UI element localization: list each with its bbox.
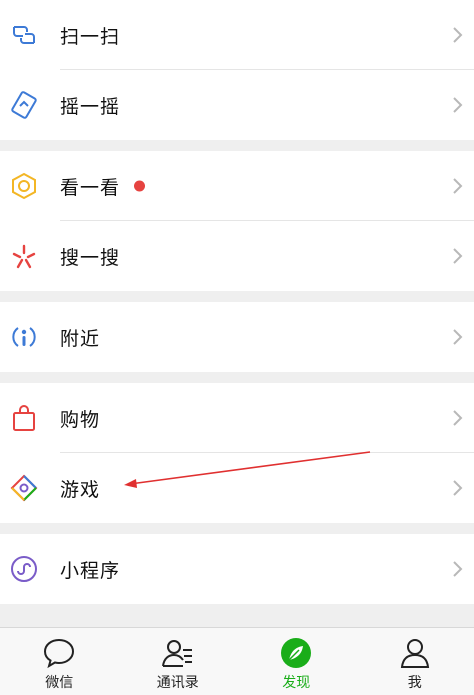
- section-gap: [0, 523, 474, 534]
- section-gap: [0, 291, 474, 302]
- menu-item-label: 附近: [60, 327, 101, 350]
- games-icon: [10, 474, 38, 502]
- nearby-icon: [10, 323, 38, 351]
- menu-item-label: 小程序: [60, 559, 121, 582]
- mini-programs-icon: [10, 555, 38, 583]
- tab-label: 通讯录: [156, 675, 199, 691]
- menu-item-games[interactable]: 游戏: [0, 453, 474, 523]
- group-mini-programs: 小程序: [0, 534, 474, 604]
- section-gap: [0, 372, 474, 383]
- profile-icon: [398, 636, 432, 670]
- chevron-right-icon: [452, 328, 464, 346]
- tab-label: 发现: [282, 675, 311, 691]
- contacts-icon: [161, 636, 195, 670]
- group-scan-shake: 扫一扫 摇一摇: [0, 0, 474, 140]
- group-look-search: 看一看 搜一搜: [0, 151, 474, 291]
- menu-item-top-stories[interactable]: 看一看: [0, 151, 474, 221]
- chevron-right-icon: [452, 177, 464, 195]
- menu-item-label: 看一看: [60, 176, 121, 199]
- bottom-tab-bar: 微信 通讯录 发现 我: [0, 627, 474, 695]
- tab-me[interactable]: 我: [356, 628, 474, 695]
- menu-item-label: 购物: [60, 408, 101, 431]
- menu-item-nearby[interactable]: 附近: [0, 302, 474, 372]
- menu-item-mini-programs[interactable]: 小程序: [0, 534, 474, 604]
- group-nearby: 附近: [0, 302, 474, 372]
- discover-compass-icon: [279, 636, 313, 670]
- section-gap: [0, 140, 474, 151]
- tab-label: 我: [407, 675, 422, 691]
- chevron-right-icon: [452, 96, 464, 114]
- scan-icon: [10, 21, 38, 49]
- chevron-right-icon: [452, 409, 464, 427]
- menu-item-shopping[interactable]: 购物: [0, 383, 474, 453]
- chevron-right-icon: [452, 26, 464, 44]
- tab-label: 微信: [45, 675, 74, 691]
- chat-bubble-icon: [42, 636, 76, 670]
- tab-discover[interactable]: 发现: [237, 628, 356, 695]
- menu-item-scan[interactable]: 扫一扫: [0, 0, 474, 70]
- red-dot-badge: [134, 180, 145, 192]
- chevron-right-icon: [452, 560, 464, 578]
- tab-chats[interactable]: 微信: [0, 628, 119, 695]
- shopping-bag-icon: [10, 404, 38, 432]
- search-icon: [10, 242, 38, 270]
- menu-item-label: 扫一扫: [60, 25, 121, 48]
- shake-icon: [10, 91, 38, 119]
- tab-contacts[interactable]: 通讯录: [119, 628, 238, 695]
- menu-item-label: 摇一摇: [60, 95, 121, 118]
- top-stories-icon: [10, 172, 38, 200]
- menu-item-label: 游戏: [60, 478, 101, 501]
- menu-item-shake[interactable]: 摇一摇: [0, 70, 474, 140]
- menu-item-search[interactable]: 搜一搜: [0, 221, 474, 291]
- menu-item-label: 搜一搜: [60, 246, 121, 269]
- chevron-right-icon: [452, 247, 464, 265]
- discover-list: 扫一扫 摇一摇 看一看 搜一搜 附近 购物 游戏 小程序: [0, 0, 474, 604]
- chevron-right-icon: [452, 479, 464, 497]
- group-shop-games: 购物 游戏: [0, 383, 474, 523]
